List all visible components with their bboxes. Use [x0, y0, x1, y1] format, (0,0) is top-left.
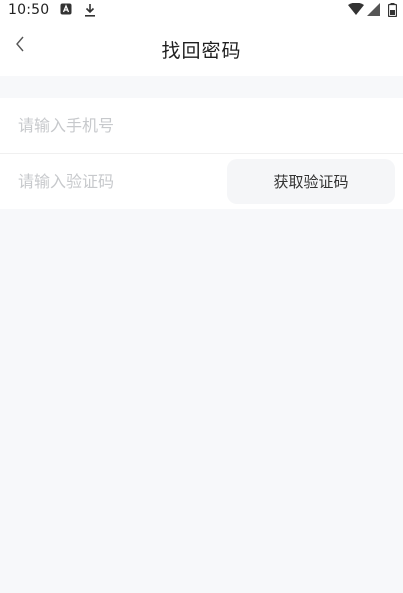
app-bar: 找回密码 — [0, 22, 403, 76]
form-card: 获取验证码 — [0, 98, 403, 209]
phone-input[interactable] — [16, 115, 220, 136]
verification-code-input[interactable] — [16, 171, 220, 192]
section-gap — [0, 76, 403, 98]
page-title: 找回密码 — [161, 40, 242, 62]
get-code-button[interactable]: 获取验证码 — [227, 159, 395, 204]
status-time: 10:50 — [8, 2, 50, 18]
battery-icon — [387, 3, 398, 21]
signal-icon — [367, 3, 380, 20]
wifi-icon — [348, 2, 364, 19]
status-bar: 10:50 — [0, 0, 403, 22]
download-icon — [84, 3, 96, 21]
code-row: 获取验证码 — [0, 153, 403, 209]
a-badge-icon — [60, 3, 72, 19]
phone-row — [0, 98, 403, 153]
